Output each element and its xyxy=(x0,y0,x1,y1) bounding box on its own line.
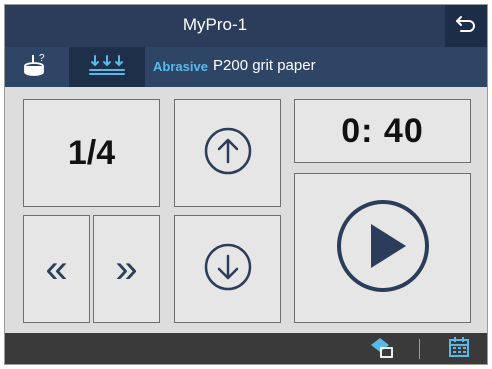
cup-help-button[interactable]: ? xyxy=(5,47,67,87)
play-circle-icon xyxy=(331,194,435,303)
level-button[interactable] xyxy=(69,47,145,87)
footer-bar xyxy=(5,333,487,364)
export-button[interactable] xyxy=(369,337,395,361)
abrasive-value: P200 grit paper xyxy=(213,57,316,74)
calendar-button[interactable] xyxy=(446,335,472,364)
device-screen: MyPro-1 ? Abrasive P200 grit paper 1/4 0… xyxy=(4,4,488,365)
title-bar: MyPro-1 xyxy=(5,5,487,47)
move-down-button[interactable] xyxy=(174,215,281,323)
level-arrows-icon xyxy=(87,53,127,82)
previous-button[interactable]: « xyxy=(23,215,90,323)
step-counter: 1/4 xyxy=(23,99,160,207)
page-title: MyPro-1 xyxy=(182,15,248,34)
step-value: 1/4 xyxy=(67,133,116,172)
footer-divider xyxy=(419,339,420,359)
svg-text:?: ? xyxy=(39,53,45,64)
next-button[interactable]: » xyxy=(93,215,160,323)
toolbar: ? Abrasive P200 grit paper xyxy=(5,47,487,87)
move-up-button[interactable] xyxy=(174,99,281,207)
timer-display: 0: 40 xyxy=(294,99,471,163)
back-arrow-icon xyxy=(455,14,477,39)
export-icon xyxy=(369,335,395,364)
arrow-down-circle-icon xyxy=(202,241,254,298)
play-button[interactable] xyxy=(294,173,471,323)
calendar-icon xyxy=(447,335,471,364)
abrasive-label: Abrasive xyxy=(153,59,208,74)
cup-help-icon: ? xyxy=(21,51,51,84)
double-chevron-right-icon: » xyxy=(115,247,138,291)
back-button[interactable] xyxy=(445,5,487,47)
arrow-up-circle-icon xyxy=(202,125,254,182)
timer-value: 0: 40 xyxy=(341,111,424,150)
double-chevron-left-icon: « xyxy=(45,247,68,291)
